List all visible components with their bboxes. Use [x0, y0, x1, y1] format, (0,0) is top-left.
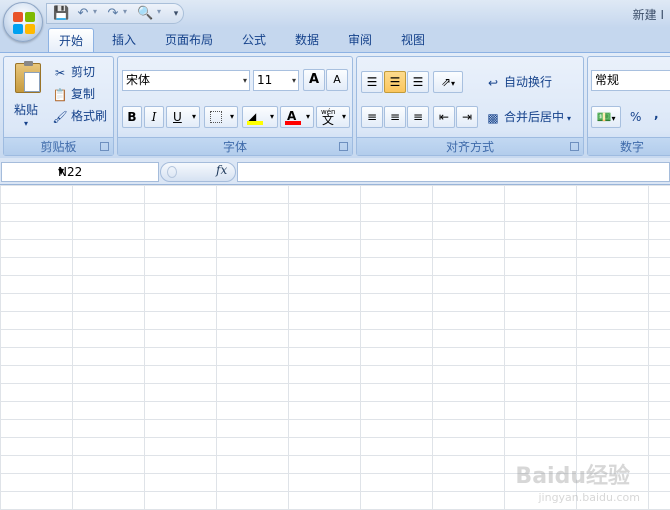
increase-indent-button[interactable]: ⇥	[456, 106, 478, 128]
insert-function-button[interactable]: fx	[216, 163, 227, 177]
merge-center-label: 合并后居中	[504, 110, 565, 124]
print-preview-icon[interactable]: 🔍	[137, 6, 153, 22]
formula-input[interactable]	[237, 162, 670, 182]
save-icon[interactable]: 💾	[53, 6, 69, 22]
paste-button[interactable]: 粘贴 ▾	[10, 61, 46, 133]
chevron-down-icon[interactable]: ▾	[292, 71, 296, 90]
align-right-button[interactable]: ≡	[407, 106, 429, 128]
wrap-text-label: 自动换行	[504, 75, 553, 89]
window-title: 新建 I	[632, 8, 664, 22]
cut-label: 剪切	[71, 65, 96, 79]
borders-icon	[210, 111, 222, 123]
copy-icon: 📋	[52, 87, 68, 102]
grip-icon	[167, 166, 177, 178]
alignment-group: ☰ ☰ ☰ ⇗▾ ↩ 自动换行 ≡ ≡ ≡ ⇤ ⇥ ▩ 合并后居中 ▾ 对齐方式	[356, 56, 584, 156]
comma-button[interactable]: ,	[654, 107, 659, 121]
tab-home[interactable]: 开始	[48, 28, 94, 52]
fill-color-button[interactable]: ◢ ▾	[242, 106, 278, 128]
redo-dropdown[interactable]: ▾	[123, 7, 127, 16]
italic-button[interactable]: I	[144, 106, 164, 128]
clipboard-group-label: 剪贴板	[4, 137, 113, 155]
tab-review[interactable]: 审阅	[338, 28, 382, 52]
chevron-down-icon[interactable]: ▼	[58, 163, 154, 181]
alignment-launcher-icon[interactable]	[570, 142, 579, 151]
worksheet-grid[interactable]: Baidu经验 jingyan.baidu.com	[0, 185, 670, 510]
title-bar: 💾 ↶ ▾ ↷ ▾ 🔍 ▾ ▾ 新建 I	[0, 0, 670, 28]
font-group-label: 字体	[118, 137, 352, 155]
align-center-button[interactable]: ≡	[384, 106, 406, 128]
currency-icon: 💵	[596, 110, 612, 124]
chevron-down-icon[interactable]: ▾	[243, 71, 247, 90]
align-left-button[interactable]: ≡	[361, 106, 383, 128]
quick-access-toolbar: 💾 ↶ ▾ ↷ ▾ 🔍 ▾	[46, 3, 184, 24]
font-name-combo[interactable]: 宋体 ▾	[122, 70, 250, 91]
copy-label: 复制	[71, 87, 96, 101]
wrap-text-button[interactable]: ↩ 自动换行	[485, 73, 552, 91]
orientation-icon: ⇗	[440, 75, 452, 89]
font-color-button[interactable]: A ▾	[280, 106, 314, 128]
font-color-swatch	[285, 121, 301, 125]
font-group: 宋体 ▾ 11 ▾ A A B I U ▾ ▾ ◢ ▾ A ▾ wén 文 ▾ …	[117, 56, 353, 156]
orientation-button[interactable]: ⇗▾	[433, 71, 463, 93]
phonetic-button[interactable]: wén 文 ▾	[316, 106, 350, 128]
copy-button[interactable]: 📋 复制	[52, 85, 96, 103]
decrease-indent-button[interactable]: ⇤	[433, 106, 455, 128]
alignment-group-label: 对齐方式	[357, 137, 583, 155]
formula-bar: N22 ▼ fx	[0, 158, 670, 185]
office-button[interactable]	[3, 2, 43, 42]
office-logo-icon	[13, 12, 35, 34]
align-top-button[interactable]: ☰	[361, 71, 383, 93]
tab-formulas[interactable]: 公式	[232, 28, 276, 52]
align-bottom-button[interactable]: ☰	[407, 71, 429, 93]
watermark: Baidu经验	[515, 464, 630, 489]
paste-icon	[15, 61, 41, 93]
ribbon: 粘贴 ▾ ✂ 剪切 📋 复制 🖌 格式刷 剪贴板 宋体 ▾ 11 ▾ A A B I …	[0, 52, 670, 158]
align-middle-button[interactable]: ☰	[384, 71, 406, 93]
number-group-label: 数字	[588, 137, 670, 155]
format-painter-button[interactable]: 🖌 格式刷	[52, 107, 107, 125]
percent-button[interactable]: %	[630, 110, 641, 124]
font-launcher-icon[interactable]	[339, 142, 348, 151]
customize-icon[interactable]: ▾	[168, 6, 184, 22]
format-painter-label: 格式刷	[71, 109, 108, 123]
merge-cells-icon: ▩	[487, 110, 499, 125]
cut-button[interactable]: ✂ 剪切	[52, 63, 95, 81]
bold-button[interactable]: B	[122, 106, 142, 128]
underline-button[interactable]: U ▾	[166, 106, 200, 128]
ribbon-tabs: 开始 插入 页面布局 公式 数据 审阅 视图	[0, 28, 670, 52]
clipboard-launcher-icon[interactable]	[100, 142, 109, 151]
accounting-format-button[interactable]: 💵▾	[591, 106, 621, 128]
paste-dropdown-icon[interactable]: ▾	[24, 119, 28, 128]
fill-color-swatch	[247, 121, 263, 125]
clipboard-group: 粘贴 ▾ ✂ 剪切 📋 复制 🖌 格式刷 剪贴板	[3, 56, 114, 156]
font-name-value: 宋体	[126, 73, 151, 87]
borders-button[interactable]: ▾	[204, 106, 238, 128]
shrink-font-button[interactable]: A	[326, 69, 348, 91]
font-size-value: 11	[257, 73, 273, 87]
phonetic-glyph: 文	[322, 113, 335, 127]
tab-view[interactable]: 视图	[390, 28, 436, 52]
scissors-icon: ✂	[54, 65, 66, 80]
tab-data[interactable]: 数据	[284, 28, 330, 52]
redo-icon[interactable]: ↷	[105, 6, 121, 22]
font-size-combo[interactable]: 11 ▾	[253, 70, 299, 91]
name-box[interactable]: N22 ▼	[1, 162, 159, 182]
wrap-text-icon: ↩	[487, 75, 499, 90]
undo-icon[interactable]: ↶	[75, 6, 91, 22]
watermark-url: jingyan.baidu.com	[538, 491, 640, 504]
grow-font-button[interactable]: A	[303, 69, 325, 91]
underline-label: U	[173, 110, 182, 124]
number-format-value: 常规	[595, 73, 620, 87]
print-preview-dropdown[interactable]: ▾	[157, 7, 161, 16]
number-group: 常规 💵▾ % , 数字	[587, 56, 670, 156]
number-format-combo[interactable]: 常规	[591, 70, 670, 91]
undo-dropdown[interactable]: ▾	[93, 7, 97, 16]
paste-label: 粘贴	[14, 103, 39, 117]
paintbrush-icon: 🖌	[52, 109, 68, 124]
tab-insert[interactable]: 插入	[100, 28, 148, 52]
merge-center-button[interactable]: ▩ 合并后居中 ▾	[485, 108, 571, 126]
tab-page-layout[interactable]: 页面布局	[154, 28, 224, 52]
